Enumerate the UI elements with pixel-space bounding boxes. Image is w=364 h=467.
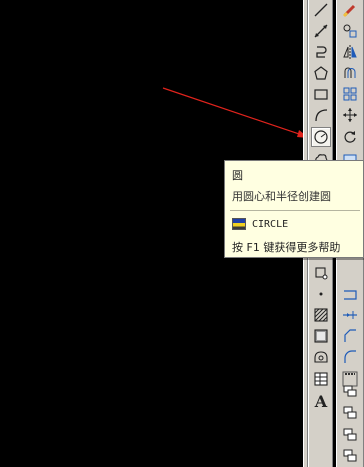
break-icon[interactable] bbox=[340, 284, 360, 304]
tooltip-title: 圆 bbox=[232, 169, 243, 182]
point-icon[interactable] bbox=[311, 284, 331, 304]
copy-icon[interactable] bbox=[340, 21, 360, 41]
offset-icon[interactable] bbox=[340, 63, 360, 83]
construction-line-icon[interactable] bbox=[311, 21, 331, 41]
rotate-icon[interactable] bbox=[340, 127, 360, 147]
draworder-back-icon[interactable] bbox=[340, 425, 360, 445]
move-icon[interactable] bbox=[340, 105, 360, 125]
autocad-window: A 圆 用圆心和半径创建圆 CIRCLE 按 F1 键获得更多帮助 bbox=[0, 0, 364, 467]
circle-tooltip: 圆 用圆心和半径创建圆 CIRCLE 按 F1 键获得更多帮助 bbox=[224, 160, 364, 258]
tooltip-command: CIRCLE bbox=[252, 218, 289, 230]
multiline-text-icon[interactable]: A bbox=[311, 391, 331, 411]
tooltip-help: 按 F1 键获得更多帮助 bbox=[232, 241, 341, 254]
circle-icon[interactable] bbox=[311, 127, 331, 147]
annotation-arrow bbox=[162, 87, 304, 137]
draworder-above-icon[interactable] bbox=[340, 446, 360, 466]
tooltip-divider bbox=[230, 210, 360, 211]
command-icon bbox=[232, 218, 246, 230]
table-icon[interactable] bbox=[311, 369, 331, 389]
region-icon[interactable] bbox=[311, 347, 331, 367]
fillet-icon[interactable] bbox=[340, 347, 360, 367]
draworder-icon[interactable] bbox=[340, 381, 360, 401]
tooltip-description: 用圆心和半径创建圆 bbox=[232, 190, 331, 203]
hatch-icon[interactable] bbox=[311, 305, 331, 325]
block-icon[interactable] bbox=[311, 263, 331, 283]
mirror-icon[interactable] bbox=[340, 42, 360, 62]
tooltip-command-row: CIRCLE bbox=[232, 218, 288, 230]
arc-icon[interactable] bbox=[311, 105, 331, 125]
rectangle-icon[interactable] bbox=[311, 84, 331, 104]
extend-icon[interactable] bbox=[340, 305, 360, 325]
gradient-icon[interactable] bbox=[311, 326, 331, 346]
array-icon[interactable] bbox=[340, 84, 360, 104]
chamfer-icon[interactable] bbox=[340, 326, 360, 346]
erase-icon[interactable] bbox=[340, 0, 360, 20]
polyline-icon[interactable] bbox=[311, 42, 331, 62]
draworder-front-icon[interactable] bbox=[340, 403, 360, 423]
polygon-icon[interactable] bbox=[311, 63, 331, 83]
line-icon[interactable] bbox=[311, 0, 331, 20]
